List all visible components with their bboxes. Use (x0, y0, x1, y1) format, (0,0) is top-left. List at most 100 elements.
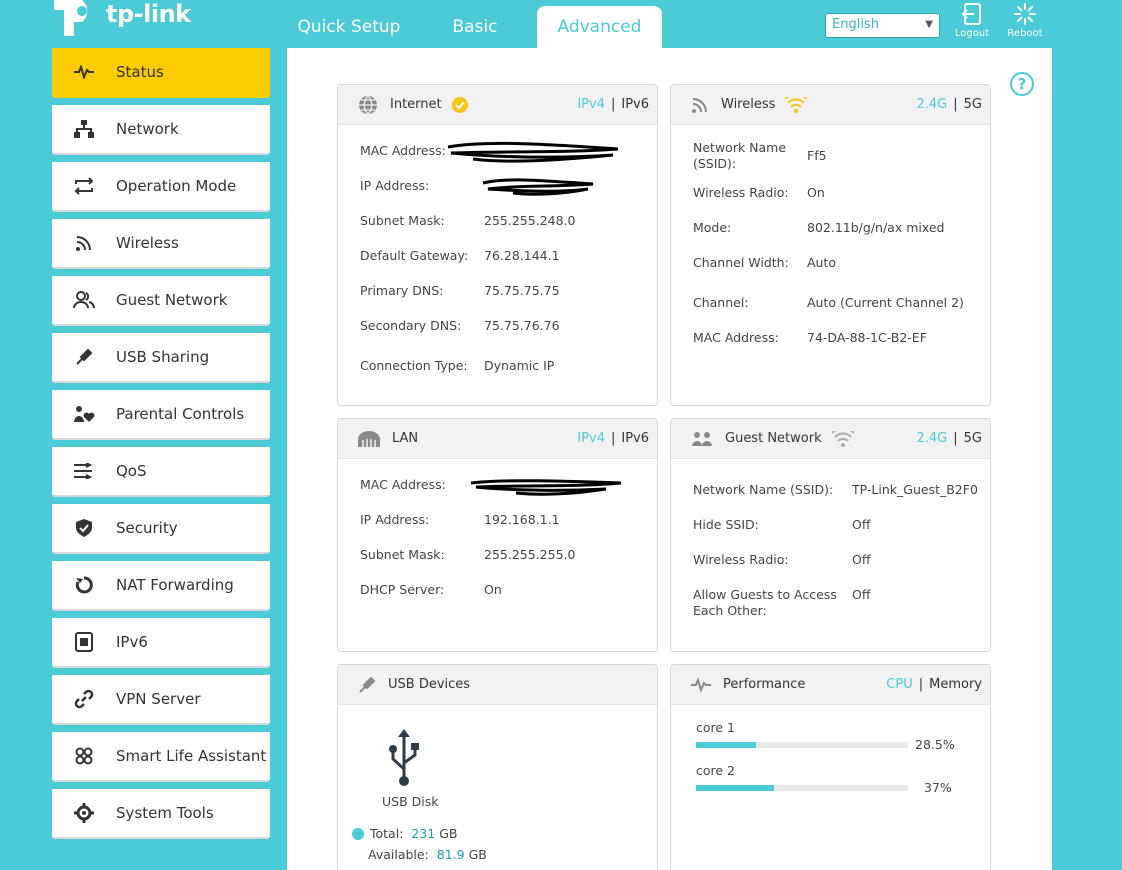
guest-ssid-value: TP-Link_Guest_B2F0 (852, 482, 978, 497)
sidebar-item-vpn-server[interactable]: VPN Server (52, 675, 270, 725)
internet-conn-label: Connection Type: (360, 358, 468, 373)
usb-card-header: USB Devices (338, 665, 657, 705)
internet-gateway-value: 76.28.144.1 (484, 248, 560, 263)
core2-bar-track (696, 785, 908, 791)
sidebar-item-parental-controls[interactable]: Parental Controls (52, 390, 270, 440)
internet-tab-ipv6[interactable]: IPv6 (621, 97, 649, 112)
tab-separator: | (918, 677, 924, 692)
performance-card-header: Performance CPU | Memory (671, 665, 990, 705)
redacted-mac-scribble (447, 141, 619, 163)
wireless-mac-value: 74-DA-88-1C-B2-EF (807, 330, 927, 345)
sidebar-item-label: Guest Network (116, 291, 228, 309)
usb-total-unit: GB (439, 826, 458, 841)
lan-ip-value: 192.168.1.1 (484, 512, 560, 527)
tab-separator: | (610, 97, 616, 112)
usb-disk-label[interactable]: USB Disk (382, 794, 438, 810)
guest-icon (692, 431, 712, 446)
usb-available-row: Available: 81.9 GB (368, 847, 487, 862)
sidebar-item-nat-forwarding[interactable]: NAT Forwarding (52, 561, 270, 611)
wireless-width-value: Auto (807, 255, 837, 270)
sidebar-item-ipv6[interactable]: IPv6 (52, 618, 270, 668)
qos-icon (52, 463, 116, 479)
sidebar-item-label: Smart Life Assistant (116, 747, 267, 765)
guest-card-header: Guest Network 2.4G | 5G (671, 419, 990, 459)
sidebar-item-usb-sharing[interactable]: USB Sharing (52, 333, 270, 383)
core2-label: core 2 (696, 763, 736, 778)
sidebar-item-operation-mode[interactable]: Operation Mode (52, 162, 270, 212)
logout-label: Logout (954, 28, 990, 39)
performance-tab-cpu[interactable]: CPU (886, 677, 912, 692)
sidebar-item-label: NAT Forwarding (116, 576, 234, 594)
wireless-icon (52, 234, 116, 252)
internet-gateway-label: Default Gateway: (360, 248, 469, 263)
guest-ssid-label: Network Name (SSID): (693, 482, 834, 497)
lan-tab-ipv6[interactable]: IPv6 (621, 431, 649, 446)
internet-subnet-value: 255.255.248.0 (484, 213, 576, 228)
nat-icon (52, 576, 116, 594)
sidebar-item-wireless[interactable]: Wireless (52, 219, 270, 269)
usb-devices-card: USB Devices USB Disk Total: 231 GB Avail… (337, 664, 658, 870)
lan-tab-ipv4[interactable]: IPv4 (577, 431, 605, 446)
guest-allow-value: Off (852, 587, 871, 602)
wireless-tab-5g[interactable]: 5G (964, 97, 982, 112)
internet-dns2-value: 75.75.76.76 (484, 318, 560, 333)
ipv6-icon (52, 632, 116, 652)
guest-network-card: Guest Network 2.4G | 5G Network Name (SSID… (670, 418, 991, 652)
mode-icon (52, 177, 116, 195)
logo-text: tp-link (106, 0, 191, 28)
usb-total-row: Total: 231 GB (352, 826, 457, 841)
sidebar-item-system-tools[interactable]: System Tools (52, 789, 270, 839)
wireless-card: Wireless 2.4G | 5G Network Name (SSID): Ff… (670, 84, 991, 406)
reboot-button[interactable]: Reboot (1000, 2, 1050, 39)
sidebar-item-status[interactable]: Status (52, 48, 270, 98)
sidebar-item-network[interactable]: Network (52, 105, 270, 155)
language-select[interactable]: English ▼ (825, 13, 940, 38)
internet-ip-label: IP Address: (360, 178, 430, 193)
performance-card: Performance CPU | Memory core 1 28.5% core… (670, 664, 991, 870)
guest-tab-5g[interactable]: 5G (964, 431, 982, 446)
gear-icon (52, 803, 116, 823)
performance-tab-memory[interactable]: Memory (929, 677, 982, 692)
sidebar-item-guest-network[interactable]: Guest Network (52, 276, 270, 326)
sidebar-item-label: Status (116, 63, 164, 81)
sidebar-item-label: Parental Controls (116, 405, 245, 423)
redacted-ip-scribble (482, 178, 594, 196)
tab-advanced[interactable]: Advanced (537, 6, 662, 48)
internet-conn-value: Dynamic IP (484, 358, 555, 373)
reboot-label: Reboot (1007, 28, 1043, 39)
core2-value: 37% (924, 780, 952, 795)
tab-basic[interactable]: Basic (440, 6, 510, 48)
sidebar-item-smart-life-assistant[interactable]: Smart Life Assistant (52, 732, 270, 782)
usb-symbol-icon (389, 729, 419, 786)
help-button[interactable]: ? (1010, 72, 1034, 96)
guest-allow-label-line2: Each Other: (693, 603, 767, 618)
usb-total-label: Total: (370, 826, 404, 841)
wireless-card-header: Wireless 2.4G | 5G (671, 85, 990, 125)
link-icon (52, 689, 116, 709)
pulse-icon (52, 65, 116, 79)
pulse-icon (691, 677, 711, 692)
sidebar-item-label: System Tools (116, 804, 214, 822)
guest-tab-2-4g[interactable]: 2.4G (917, 431, 948, 446)
usb-available-unit: GB (468, 847, 487, 862)
lan-subnet-label: Subnet Mask: (360, 547, 445, 562)
guest-hide-label: Hide SSID: (693, 517, 759, 532)
wifi-signal-icon (831, 430, 854, 447)
wireless-icon (692, 97, 707, 113)
chevron-down-icon: ▼ (925, 19, 933, 30)
wireless-tab-2-4g[interactable]: 2.4G (917, 97, 948, 112)
tab-separator: | (953, 97, 958, 112)
tab-quick-setup[interactable]: Quick Setup (288, 6, 410, 48)
internet-dns2-label: Secondary DNS: (360, 318, 462, 333)
usb-available-label: Available: (368, 847, 429, 862)
lan-subnet-value: 255.255.255.0 (484, 547, 576, 562)
wireless-radio-label: Wireless Radio: (693, 185, 789, 200)
language-value: English (832, 17, 879, 32)
sidebar-item-qos[interactable]: QoS (52, 447, 270, 497)
tp-link-logo: tp-link (52, 0, 192, 40)
sidebar-item-security[interactable]: Security (52, 504, 270, 554)
sidebar-item-label: Wireless (116, 234, 179, 252)
guest-radio-value: Off (852, 552, 871, 567)
logout-button[interactable]: Logout (947, 2, 997, 39)
internet-tab-ipv4[interactable]: IPv4 (577, 97, 605, 112)
